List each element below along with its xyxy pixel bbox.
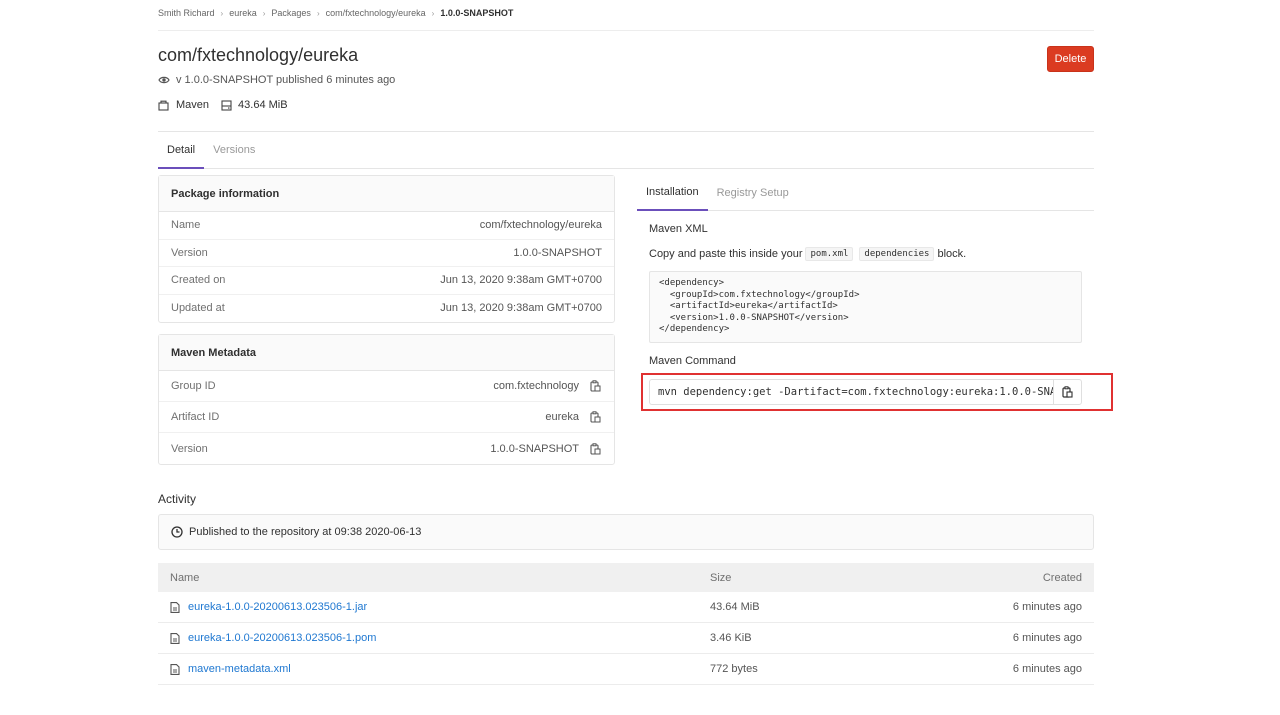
metadata-label: Group ID [171,380,216,392]
metadata-value-wrap: com.fxtechnology [493,379,602,393]
package-size: 43.64 MiB [221,99,288,111]
page-title: com/fxtechnology/eureka [158,45,359,65]
column-name: Name [170,571,200,584]
maven-metadata-card: Maven Metadata Group ID com.fxtechnology… [158,334,615,465]
breadcrumb-item-user[interactable]: Smith Richard [158,8,215,18]
info-label: Updated at [171,302,225,315]
package-type: Maven [158,99,209,111]
package-icon [158,100,169,111]
tab-detail[interactable]: Detail [158,132,205,169]
installation-panel: Installation Registry Setup Maven XML Co… [637,175,1113,411]
tab-versions[interactable]: Versions [204,132,264,168]
breadcrumb-divider [158,30,1094,31]
maven-command-input[interactable]: mvn dependency:get -Dartifact=com.fxtech… [649,379,1053,405]
file-icon [170,632,180,644]
info-row-updated: Updated at Jun 13, 2020 9:38am GMT+0700 [159,295,614,323]
info-row-name: Name com/fxtechnology/eureka [159,212,614,240]
maven-metadata-heading: Maven Metadata [159,335,614,371]
info-row-version: Version 1.0.0-SNAPSHOT [159,240,614,267]
breadcrumb-item-current: 1.0.0-SNAPSHOT [440,8,514,18]
installation-tabs: Installation Registry Setup [637,175,1094,211]
package-type-label: Maven [176,99,210,111]
tab-registry-setup[interactable]: Registry Setup [708,175,798,210]
disk-icon [221,99,232,111]
breadcrumb-item-project[interactable]: eureka [229,8,257,18]
activity-heading: Activity [158,492,197,506]
code-pom-xml: pom.xml [805,247,854,261]
metadata-value-wrap: 1.0.0-SNAPSHOT [490,442,602,456]
metadata-value-wrap: eureka [545,410,602,424]
chevron-right-icon: › [316,8,320,18]
table-row: eureka-1.0.0-20200613.023506-1.pom 3.46 … [158,623,1094,654]
file-cell: eureka-1.0.0-20200613.023506-1.jar [158,601,710,613]
table-row: maven-metadata.xml 772 bytes 6 minutes a… [158,654,1094,685]
maven-xml-label: Maven XML [649,223,708,235]
info-row-created: Created on Jun 13, 2020 9:38am GMT+0700 [159,267,614,295]
delete-button[interactable]: Delete [1047,46,1094,72]
copy-artifact-id-clipboard-icon[interactable] [588,410,602,424]
file-created: 6 minutes ago [1012,632,1082,644]
chevron-right-icon: › [262,8,266,18]
file-size: 772 bytes [710,663,758,675]
file-size: 43.64 MiB [710,601,760,613]
files-table: Name Size Created eureka-1.0.0-20200613.… [158,563,1094,685]
copy-version-clipboard-icon[interactable] [588,442,602,456]
package-info-card: Package information Name com/fxtechnolog… [158,175,615,323]
info-label: Created on [171,274,226,287]
breadcrumb-item-packages[interactable]: Packages [271,8,311,18]
clipboard-icon [1062,386,1073,398]
breadcrumb: Smith Richard › eureka › Packages › com/… [158,8,513,18]
file-size: 3.46 KiB [710,632,752,644]
eye-icon [158,75,170,85]
column-created: Created [1042,571,1082,584]
files-table-header: Name Size Created [158,563,1094,592]
activity-box: Published to the repository at 09:38 202… [158,514,1094,550]
package-tabs: Detail Versions [158,132,1094,169]
file-link[interactable]: maven-metadata.xml [188,663,291,675]
file-cell: eureka-1.0.0-20200613.023506-1.pom [158,632,710,644]
maven-command-label: Maven Command [649,355,736,367]
table-row: eureka-1.0.0-20200613.023506-1.jar 43.64… [158,592,1094,623]
metadata-value: com.fxtechnology [493,380,579,392]
chevron-right-icon: › [220,8,224,18]
file-link[interactable]: eureka-1.0.0-20200613.023506-1.pom [188,632,376,644]
info-value: com/fxtechnology/eureka [479,219,602,232]
chevron-right-icon: › [431,8,435,18]
breadcrumb-item-package[interactable]: com/fxtechnology/eureka [326,8,426,18]
copy-suffix: block. [937,248,967,260]
clock-icon [171,526,183,538]
copy-command-button[interactable] [1053,379,1082,405]
metadata-row-version: Version 1.0.0-SNAPSHOT [159,433,614,464]
copy-group-id-clipboard-icon[interactable] [588,379,602,393]
metadata-value: 1.0.0-SNAPSHOT [490,442,579,455]
metadata-label: Version [171,442,208,455]
activity-text: Published to the repository at 09:38 202… [189,526,422,538]
file-created: 6 minutes ago [1012,663,1082,675]
column-size: Size [710,571,732,584]
published-info: v 1.0.0-SNAPSHOT published 6 minutes ago [158,74,395,86]
copy-instructions: Copy and paste this inside your pom.xml … [649,247,966,261]
file-icon [170,601,180,613]
info-value: Jun 13, 2020 9:38am GMT+0700 [440,302,602,315]
info-label: Version [171,246,208,259]
file-created: 6 minutes ago [1012,601,1082,613]
file-icon [170,663,180,675]
metadata-row-artifact-id: Artifact ID eureka [159,402,614,433]
info-value: Jun 13, 2020 9:38am GMT+0700 [440,274,602,287]
info-value: 1.0.0-SNAPSHOT [513,246,602,259]
package-size-label: 43.64 MiB [238,99,288,111]
package-info-heading: Package information [159,176,614,212]
metadata-label: Artifact ID [171,411,220,423]
copy-prefix: Copy and paste this inside your [649,248,803,260]
code-dependencies: dependencies [859,247,935,261]
file-cell: maven-metadata.xml [158,663,710,675]
maven-xml-snippet[interactable]: <dependency> <groupId>com.fxtechnology</… [649,271,1082,343]
package-meta: Maven 43.64 MiB [158,99,300,111]
file-link[interactable]: eureka-1.0.0-20200613.023506-1.jar [188,601,367,613]
tab-installation[interactable]: Installation [637,175,708,211]
published-text: v 1.0.0-SNAPSHOT published 6 minutes ago [176,74,396,86]
metadata-value: eureka [545,411,579,423]
info-label: Name [171,219,201,232]
metadata-row-group-id: Group ID com.fxtechnology [159,371,614,402]
